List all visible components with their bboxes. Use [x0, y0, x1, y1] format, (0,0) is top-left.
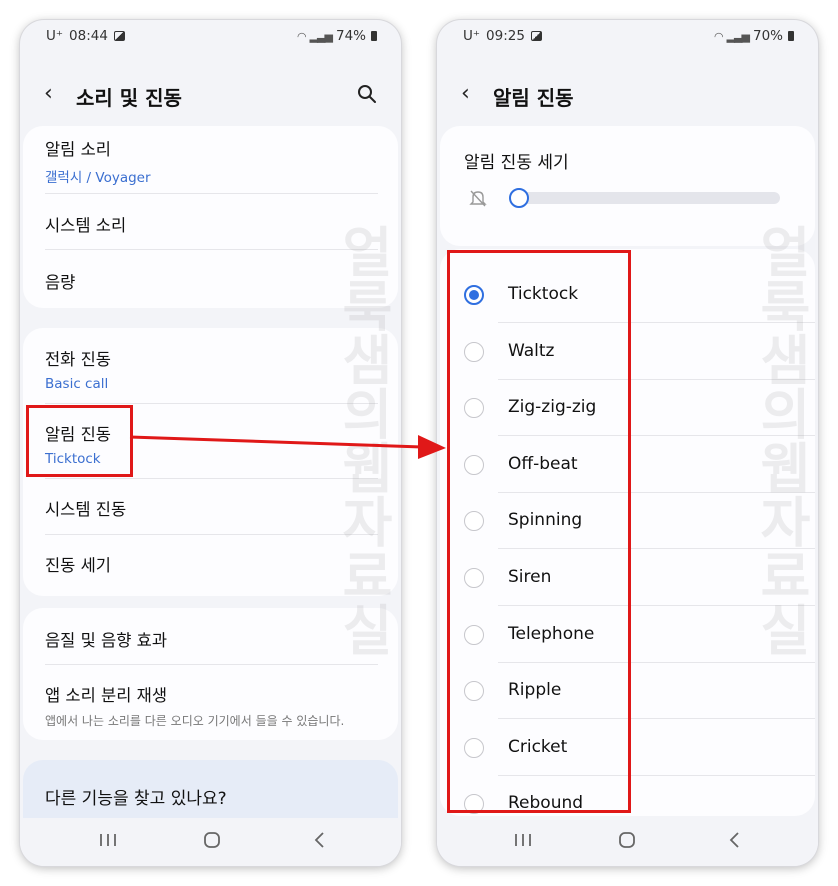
- back-icon[interactable]: ‹: [461, 83, 475, 105]
- signal-icon: ▂▃▅: [726, 29, 750, 43]
- highlight-box-pattern-list: [447, 250, 631, 813]
- wifi-icon: ◠: [296, 29, 307, 43]
- item-title: 알림 소리: [45, 140, 111, 159]
- notification-sound-item[interactable]: 알림 소리 갤럭시 / Voyager: [45, 136, 398, 186]
- annotation-arrow: [129, 435, 446, 459]
- divider: [45, 193, 378, 194]
- signal-icon: ▂▃▅: [309, 29, 333, 43]
- time-label: 09:25: [486, 28, 525, 44]
- battery-percent: 70%: [752, 28, 783, 44]
- status-bar: U⁺ 09:25 ◠ ▂▃▅ 70%: [463, 28, 794, 48]
- battery-icon: [788, 31, 794, 41]
- battery-percent: 74%: [335, 28, 366, 44]
- divider: [45, 534, 378, 535]
- app-bar: ‹ 알림 진동: [437, 78, 818, 114]
- recent-apps-icon[interactable]: [511, 830, 535, 850]
- page-title: 알림 진동: [493, 86, 574, 110]
- item-description: 앱에서 나는 소리를 다른 오디오 기기에서 들을 수 있습니다.: [45, 714, 345, 728]
- recent-apps-icon[interactable]: [96, 830, 120, 850]
- time-label: 08:44: [69, 28, 108, 44]
- item-title: 앱 소리 분리 재생: [45, 686, 167, 705]
- gallery-icon: [530, 31, 542, 41]
- suggestion-title: 다른 기능을 찾고 있나요?: [45, 789, 227, 809]
- intensity-slider-thumb[interactable]: [509, 188, 529, 208]
- search-icon[interactable]: [357, 84, 377, 104]
- back-icon[interactable]: ‹: [44, 83, 58, 105]
- wifi-icon: ◠: [713, 29, 724, 43]
- divider: [45, 249, 378, 250]
- navigation-bar: [437, 818, 818, 866]
- item-subtitle: 갤럭시 / Voyager: [45, 170, 151, 186]
- mute-icon: [469, 190, 487, 207]
- separate-app-sound-item[interactable]: 앱 소리 분리 재생 앱에서 나는 소리를 다른 오디오 기기에서 들을 수 있…: [45, 682, 398, 729]
- suggestion-item: 다른 기능을 찾고 있나요?: [45, 784, 398, 809]
- page-title: 소리 및 진동: [76, 86, 182, 110]
- status-bar: U⁺ 08:44 ◠ ▂▃▅ 74%: [46, 28, 377, 48]
- intensity-label: 알림 진동 세기: [464, 153, 569, 173]
- divider: [45, 478, 378, 479]
- home-icon[interactable]: [615, 830, 639, 850]
- gallery-icon: [113, 31, 125, 41]
- navigation-bar: [20, 818, 401, 866]
- intensity-slider-track[interactable]: [510, 192, 780, 204]
- divider: [45, 403, 378, 404]
- app-bar: ‹ 소리 및 진동: [20, 78, 401, 114]
- nav-back-icon[interactable]: [723, 830, 747, 850]
- carrier-label: U⁺: [463, 28, 481, 44]
- highlight-box-notification-vibration: [26, 405, 133, 477]
- divider: [45, 664, 378, 665]
- home-icon[interactable]: [200, 830, 224, 850]
- carrier-label: U⁺: [46, 28, 64, 44]
- watermark-right: 얼룩샘의웹자료실: [749, 224, 812, 656]
- nav-back-icon[interactable]: [308, 830, 332, 850]
- battery-icon: [371, 31, 377, 41]
